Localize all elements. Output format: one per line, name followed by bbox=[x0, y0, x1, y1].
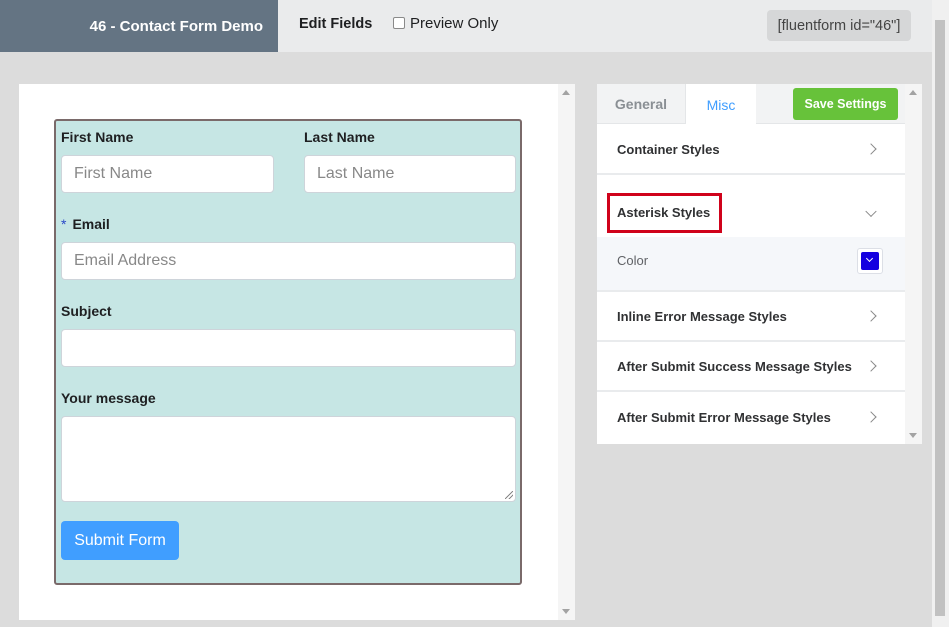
resize-grip-icon[interactable] bbox=[505, 491, 513, 499]
required-asterisk: * bbox=[61, 216, 67, 232]
section-label: After Submit Success Message Styles bbox=[617, 358, 852, 374]
settings-tabs: General Misc Save Settings bbox=[597, 84, 905, 125]
first-name-input[interactable]: First Name bbox=[61, 155, 274, 193]
preview-only-toggle[interactable]: Preview Only bbox=[393, 15, 498, 32]
chevron-right-icon bbox=[865, 360, 877, 372]
chevron-right-icon bbox=[865, 143, 877, 155]
form-container: First Name First Name Last Name Last Nam… bbox=[54, 119, 522, 585]
chevron-right-icon bbox=[865, 411, 877, 423]
form-title: 46 - Contact Form Demo bbox=[0, 0, 278, 52]
preview-only-checkbox[interactable] bbox=[393, 16, 405, 29]
save-settings-button[interactable]: Save Settings bbox=[793, 88, 898, 120]
section-label: After Submit Error Message Styles bbox=[617, 409, 831, 425]
shortcode-badge[interactable]: [fluentform id="46"] bbox=[767, 10, 911, 41]
style-settings-panel: General Misc Save Settings Container Sty… bbox=[597, 84, 922, 444]
subject-input[interactable] bbox=[61, 329, 516, 367]
asterisk-color-picker[interactable] bbox=[857, 248, 883, 274]
scroll-down-icon[interactable] bbox=[909, 433, 917, 438]
window-scrollbar[interactable] bbox=[932, 0, 949, 627]
email-label-group: * Email bbox=[61, 216, 110, 232]
chevron-right-icon bbox=[865, 310, 877, 322]
subject-label: Subject bbox=[61, 303, 112, 319]
section-error-message-styles[interactable]: After Submit Error Message Styles bbox=[597, 392, 905, 442]
section-inline-error-styles[interactable]: Inline Error Message Styles bbox=[597, 292, 905, 342]
section-success-message-styles[interactable]: After Submit Success Message Styles bbox=[597, 342, 905, 392]
top-bar: 46 - Contact Form Demo Edit Fields Previ… bbox=[0, 0, 932, 52]
settings-scrollbar[interactable] bbox=[905, 84, 922, 444]
last-name-input[interactable]: Last Name bbox=[304, 155, 516, 193]
color-swatch-icon bbox=[861, 252, 879, 270]
highlight-annotation-box bbox=[607, 193, 722, 233]
scroll-down-icon[interactable] bbox=[562, 609, 570, 614]
email-input[interactable]: Email Address bbox=[61, 242, 516, 280]
section-label: Inline Error Message Styles bbox=[617, 308, 787, 324]
tab-general[interactable]: General bbox=[597, 84, 686, 124]
last-name-label: Last Name bbox=[304, 129, 375, 145]
chevron-down-icon bbox=[865, 205, 877, 217]
scroll-up-icon[interactable] bbox=[562, 90, 570, 95]
message-label: Your message bbox=[61, 390, 156, 406]
section-label: Container Styles bbox=[617, 141, 720, 157]
preview-only-label: Preview Only bbox=[410, 15, 499, 32]
window-scrollbar-thumb[interactable] bbox=[935, 20, 945, 616]
submit-form-button[interactable]: Submit Form bbox=[61, 521, 179, 560]
color-label: Color bbox=[617, 253, 649, 268]
email-label: Email bbox=[72, 216, 110, 232]
section-container-styles[interactable]: Container Styles bbox=[597, 125, 905, 175]
edit-fields-link[interactable]: Edit Fields bbox=[299, 16, 372, 32]
first-name-label: First Name bbox=[61, 129, 134, 145]
message-textarea[interactable] bbox=[61, 416, 516, 502]
asterisk-color-row: Color bbox=[597, 237, 905, 292]
scroll-up-icon[interactable] bbox=[909, 90, 917, 95]
form-preview-scrollbar[interactable] bbox=[558, 84, 575, 620]
tab-misc[interactable]: Misc bbox=[686, 84, 756, 125]
form-preview-panel: First Name First Name Last Name Last Nam… bbox=[19, 84, 575, 620]
